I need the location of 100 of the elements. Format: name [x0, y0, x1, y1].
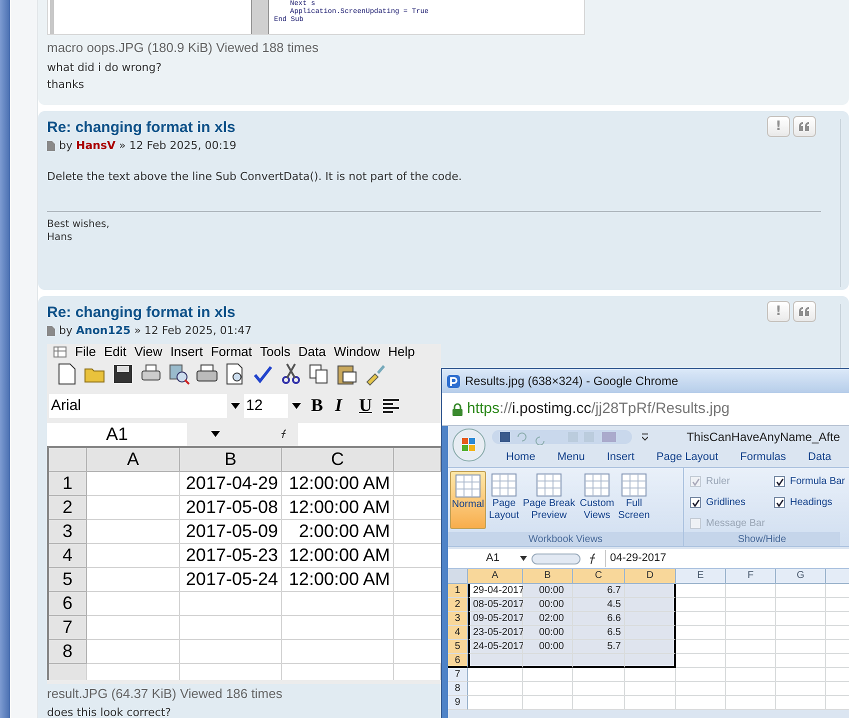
scroll-bar [50, 0, 54, 34]
view-button[interactable]: Page Layout [488, 471, 520, 529]
column-header[interactable]: B [523, 569, 573, 584]
ribbon-tab[interactable]: Menu [557, 449, 585, 466]
row-header: 6 [49, 592, 87, 616]
view-button[interactable]: Page Break Preview [522, 471, 576, 529]
align-left-icon [383, 398, 399, 412]
post-title[interactable]: Re: changing format in xls [47, 304, 767, 322]
table-cell [726, 668, 776, 682]
font-size-field[interactable]: 12 [244, 394, 288, 418]
table-cell [776, 584, 826, 598]
row-header[interactable]: 3 [448, 612, 468, 626]
menu-item[interactable]: Format [210, 344, 252, 358]
menu-item[interactable]: Data [298, 344, 326, 358]
row-header: 2 [49, 496, 87, 520]
table-cell [625, 612, 676, 626]
table-cell [676, 668, 726, 682]
italic-button[interactable]: I [335, 392, 355, 419]
check-icon [776, 478, 784, 486]
bold-button[interactable]: B [311, 392, 331, 419]
row-header[interactable]: 2 [448, 598, 468, 612]
table-cell: 2017-04-29 [180, 472, 282, 496]
table-cell [625, 654, 676, 668]
table-cell [523, 654, 573, 668]
sheet-icon [491, 472, 517, 498]
table-cell: 00:00 [523, 640, 573, 654]
column-header[interactable]: G [776, 569, 826, 584]
table-cell [676, 682, 726, 696]
workbook-title: ThisCanHaveAnyName_Afte [686, 429, 840, 446]
table-cell [468, 668, 523, 682]
menu-item[interactable]: View [134, 344, 162, 358]
column-header: C [282, 448, 394, 472]
table-cell [776, 626, 826, 640]
table-cell: 4.5 [573, 598, 625, 612]
menu-item[interactable]: Insert [170, 344, 203, 358]
quote-button[interactable] [793, 116, 816, 137]
table-cell: 09-05-2017 [468, 612, 523, 626]
ribbon-tab[interactable]: Formulas [740, 449, 786, 466]
row-header[interactable]: 7 [448, 668, 468, 682]
magnifier-icon [167, 362, 191, 386]
menu-item[interactable]: File [75, 344, 96, 358]
menu-item[interactable]: Help [388, 344, 415, 358]
name-box[interactable]: A1 [448, 550, 520, 567]
sheet-icon [584, 472, 610, 498]
quick-access-toolbar-icon [492, 429, 632, 445]
column-header[interactable]: E [676, 569, 726, 584]
column-header[interactable]: F [726, 569, 776, 584]
scissors-icon [279, 362, 303, 386]
attachment-caption: macro oops.JPG (180.9 KiB) Viewed 188 times [47, 39, 318, 57]
ribbon-tab[interactable]: Page Layout [656, 449, 718, 466]
row-header[interactable]: 6 [448, 654, 468, 668]
underline-button[interactable]: U [359, 392, 379, 419]
view-button[interactable]: Full Screen [618, 471, 650, 529]
table-cell: 12:00:00 AM [282, 496, 394, 520]
table-cell [468, 696, 523, 710]
lock-icon [452, 402, 463, 416]
sheet-icon [621, 472, 647, 498]
post-title[interactable]: Re: changing format in xls [47, 119, 767, 137]
table-cell [523, 682, 573, 696]
row-header[interactable]: 8 [448, 682, 468, 696]
table-cell: 12:00:00 AM [282, 568, 394, 592]
row-header[interactable]: 1 [448, 584, 468, 598]
address-bar[interactable]: https://i.postimg.cc/jj28TpRf/Results.jpg [442, 393, 849, 426]
table-cell [573, 668, 625, 682]
ribbon-tab[interactable]: Insert [606, 449, 634, 466]
signature-text: Best wishes, [47, 218, 110, 230]
menu-item[interactable]: Edit [104, 344, 126, 358]
view-button[interactable]: Normal [450, 471, 486, 529]
option-checkbox[interactable]: Gridlines [690, 494, 774, 511]
row-header[interactable]: 5 [448, 640, 468, 654]
menu-item[interactable]: Window [334, 344, 380, 358]
column-header: B [180, 448, 282, 472]
view-button[interactable]: Custom Views [578, 471, 616, 529]
row-header[interactable]: 4 [448, 626, 468, 640]
option-checkbox[interactable]: Formula Bar [774, 473, 849, 490]
font-field[interactable]: Arial [49, 394, 227, 418]
column-header[interactable]: D [625, 569, 676, 584]
column-header[interactable]: C [573, 569, 625, 584]
app-logo-icon [447, 374, 460, 388]
row-header[interactable]: 9 [448, 696, 468, 710]
sheet-icon [455, 473, 481, 499]
name-box[interactable]: A1 [47, 422, 187, 446]
caret-icon [292, 402, 301, 408]
row-header: 5 [49, 568, 87, 592]
row-header: 3 [49, 520, 87, 544]
post-text: Delete the text above the line Sub ConvertData(). It is not part of the code. [47, 168, 462, 184]
menu-item[interactable]: Tools [260, 344, 290, 358]
formula-field[interactable]: 04-29-2017 [605, 550, 666, 567]
post-text: does this look correct? [47, 705, 172, 718]
formula-field[interactable] [298, 422, 441, 446]
table-cell [726, 612, 776, 626]
zoom-pill-icon [531, 552, 581, 564]
ribbon-tab[interactable]: Home [506, 449, 536, 466]
option-checkbox[interactable]: Headings [774, 494, 849, 511]
ribbon-tab[interactable]: Data [808, 449, 832, 466]
table-cell [676, 584, 726, 598]
table-cell [625, 696, 676, 710]
column-header[interactable]: A [468, 569, 523, 584]
table-cell: 29-04-2017 [468, 584, 523, 598]
quote-button[interactable] [793, 301, 816, 322]
